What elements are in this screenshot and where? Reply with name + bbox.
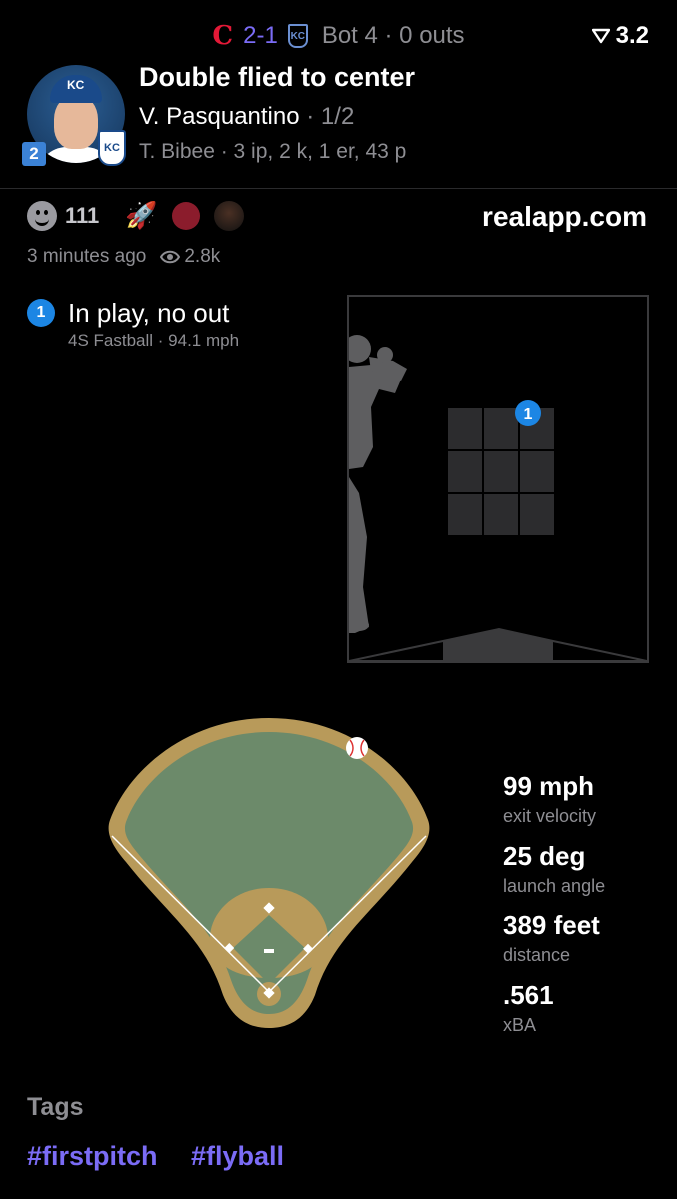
jersey-number-badge: 2 [22,142,46,166]
batter-silhouette [349,335,407,633]
batter-line[interactable]: V. Pasquantino · 1/2 [139,103,354,131]
baseball-icon [346,737,368,759]
home-plate [443,629,553,661]
pitcher-line: T. Bibee · 3 ip, 2 k, 1 er, 43 p [139,140,407,163]
stat-value: 25 deg [503,841,586,871]
inning-status: Bot 4 · 0 outs [321,22,465,49]
tag-flyball[interactable]: #flyball [191,1141,284,1172]
view-count: 2.8k [160,246,220,268]
stat-label: distance [503,945,571,965]
pitch-marker-label: 1 [524,406,533,423]
brand-link[interactable]: realapp.com [482,201,647,233]
strike-zone-graphic: 1 [349,335,647,661]
score-text: 2-1 [243,22,278,49]
stat-distance: 389 feet distance [503,910,600,966]
guardians-logo: C [212,21,234,51]
batter-count: · 1/2 [306,103,355,130]
view-count-value: 2.8k [184,246,221,267]
pitch-type: 4S Fastball [68,331,154,350]
pitch-detail: 4S Fastball · 94.1 mph [68,331,240,350]
stat-launch-angle: 25 deg launch angle [503,841,605,897]
stat-label: exit velocity [503,806,597,826]
stat-label: xBA [503,1015,537,1035]
rating-value: 3.2 [615,22,649,49]
tag-firstpitch[interactable]: #firstpitch [27,1141,158,1172]
player-face [54,95,98,149]
reaction-avatar-user[interactable] [213,200,244,231]
eye-icon [160,250,181,264]
smiley-icon[interactable] [27,200,57,231]
scoreboard: C 2-1 KC Bot 4 · 0 outs [0,18,677,54]
cap-logo: KC [67,78,85,92]
royals-shield-icon: KC [98,130,126,166]
pitch-speed: 94.1 mph [168,331,240,350]
rating-badge[interactable]: 3.2 [591,22,649,50]
filter-v-icon [591,28,610,44]
stat-label: launch angle [503,876,606,896]
reaction-avatar-red[interactable] [171,201,200,230]
tags-heading: Tags [27,1093,84,1121]
play-title: Double flied to center [139,62,416,92]
rocket-icon[interactable]: 🚀 [125,200,157,231]
stat-exit-velocity: 99 mph exit velocity [503,771,596,827]
batter-name: V. Pasquantino [139,103,300,130]
strike-zone-panel: 1 [347,295,649,663]
pitch-number-badge: 1 [27,299,55,327]
divider [0,188,677,189]
post-time: 3 minutes ago [27,246,147,267]
stat-xba: .561 xBA [503,980,554,1036]
zone-grid [446,406,556,537]
post-meta: 3 minutes ago 2.8k [27,246,220,268]
reactions-row: 111 🚀 [27,200,244,231]
royals-logo: KC [287,24,308,48]
field-diagram [108,718,430,1028]
reaction-count: 111 [65,202,100,228]
pitchers-rubber [264,949,274,953]
pitch-result: In play, no out [68,298,230,328]
stat-value: .561 [503,980,554,1010]
stat-value: 389 feet [503,910,600,940]
stat-value: 99 mph [503,771,595,801]
